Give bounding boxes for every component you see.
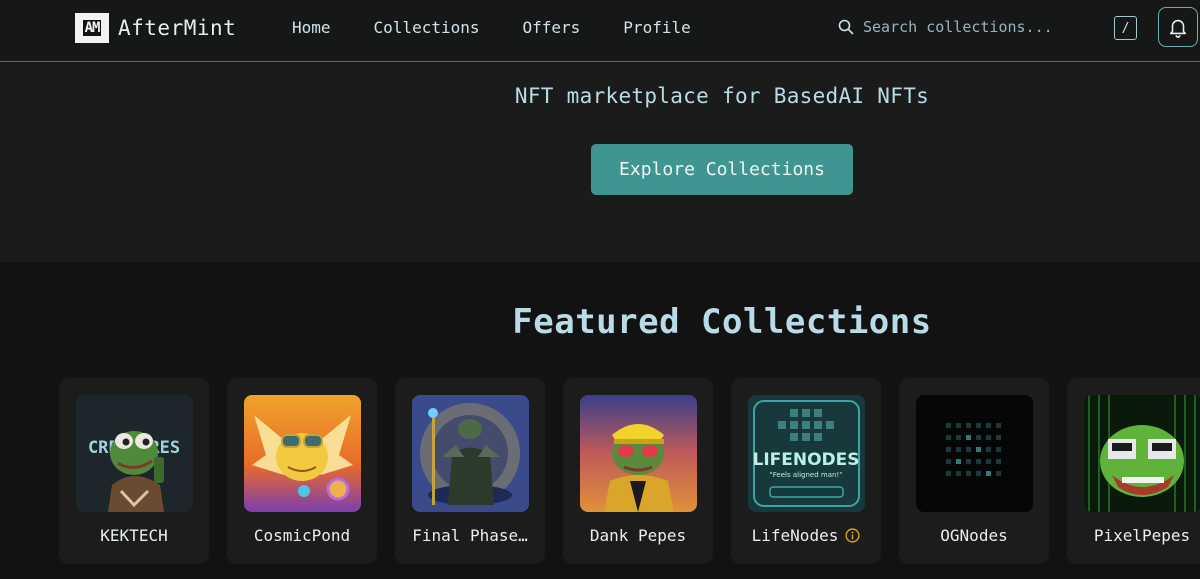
- nav-offers[interactable]: Offers: [523, 18, 581, 37]
- search-input[interactable]: [863, 18, 1063, 36]
- search-shortcut-key: /: [1114, 16, 1137, 40]
- collection-name: Dank Pepes: [589, 526, 687, 545]
- hero-tagline: NFT marketplace for BasedAI NFTs: [514, 84, 930, 108]
- main-nav: Home Collections Offers Profile: [292, 18, 734, 37]
- featured-collections-row: CREATURES KEKTECH: [59, 378, 1200, 564]
- collection-card-kektech[interactable]: CREATURES KEKTECH: [59, 378, 209, 564]
- collection-card-pixelpepes[interactable]: PixelPepes: [1067, 378, 1200, 564]
- nav-collections[interactable]: Collections: [374, 18, 480, 37]
- bell-icon: [1169, 19, 1187, 38]
- lifenodes-art-subtitle: "Feels aligned man!": [770, 471, 843, 479]
- collection-name: CosmicPond: [253, 526, 351, 545]
- collection-image: [1084, 395, 1200, 512]
- collection-card-final-phase[interactable]: Final Phase…: [395, 378, 545, 564]
- collection-card-lifenodes[interactable]: LIFENODES "Feels aligned man!" LifeNodes: [731, 378, 881, 564]
- logo[interactable]: AM AfterMint: [75, 13, 236, 43]
- notifications-button[interactable]: [1158, 7, 1198, 47]
- top-nav-bar: AM AfterMint Home Collections Offers Pro…: [0, 0, 1200, 62]
- collection-image: CREATURES: [76, 395, 193, 512]
- search-icon: [838, 19, 854, 35]
- nav-home[interactable]: Home: [292, 18, 331, 37]
- logo-mark-text: AM: [82, 20, 102, 36]
- collection-card-ognodes[interactable]: OGNodes: [899, 378, 1049, 564]
- collection-name: Final Phase…: [412, 526, 528, 545]
- collection-name: LifeNodes: [751, 526, 839, 545]
- collection-image: LIFENODES "Feels aligned man!": [748, 395, 865, 512]
- collection-name: KEKTECH: [100, 526, 168, 545]
- collection-image: [916, 395, 1033, 512]
- nav-profile[interactable]: Profile: [623, 18, 690, 37]
- featured-title: Featured Collections: [512, 302, 932, 342]
- collection-name-row: LifeNodes: [731, 526, 881, 545]
- logo-mark: AM: [75, 13, 109, 43]
- collection-name: PixelPepes: [1093, 526, 1191, 545]
- collection-name: OGNodes: [940, 526, 1008, 545]
- hero-section: NFT marketplace for BasedAI NFTs Explore…: [0, 63, 1200, 262]
- collection-image: [580, 395, 697, 512]
- lifenodes-art-title: LIFENODES: [752, 450, 859, 470]
- collection-image: [244, 395, 361, 512]
- collection-image: [412, 395, 529, 512]
- info-icon[interactable]: [845, 528, 860, 543]
- app-name: AfterMint: [118, 16, 237, 40]
- search-bar: [838, 18, 1063, 36]
- collection-card-cosmicpond[interactable]: CosmicPond: [227, 378, 377, 564]
- explore-collections-button[interactable]: Explore Collections: [591, 144, 853, 195]
- collection-card-dank-pepes[interactable]: Dank Pepes: [563, 378, 713, 564]
